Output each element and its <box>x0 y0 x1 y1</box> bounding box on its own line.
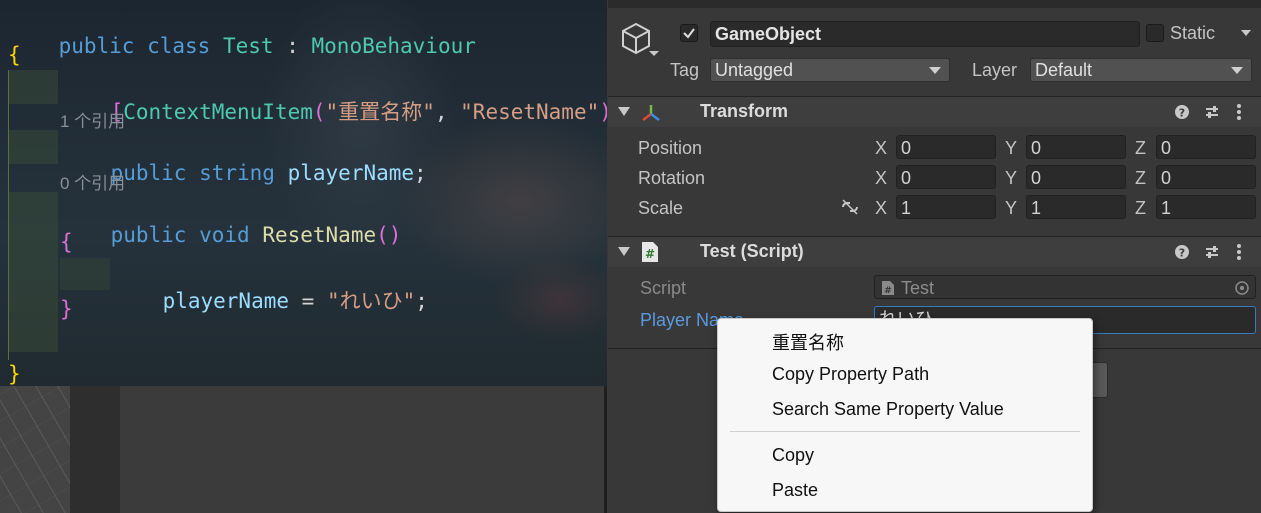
axis-x-label[interactable]: X <box>875 198 887 219</box>
code-editor[interactable]: public class Test : MonoBehaviour { [Con… <box>0 0 607 386</box>
axis-x-label[interactable]: X <box>875 138 887 159</box>
layer-value: Default <box>1035 60 1093 80</box>
foldout-arrow-icon[interactable] <box>618 247 630 257</box>
menu-item-reset-name[interactable]: 重置名称 <box>772 329 844 355</box>
axis-y-label[interactable]: Y <box>1005 198 1017 219</box>
foldout-arrow-icon[interactable] <box>618 107 630 117</box>
object-picker-icon <box>1235 281 1249 295</box>
chevron-down-icon <box>929 67 941 74</box>
scene-grid <box>0 386 70 513</box>
layer-label: Layer <box>972 60 1018 80</box>
rotation-label: Rotation <box>638 168 706 188</box>
menu-item-copy[interactable]: Copy <box>772 445 814 466</box>
script-object-field: # Test <box>874 275 1256 299</box>
axis-z-label[interactable]: Z <box>1135 138 1146 159</box>
static-checkbox[interactable] <box>1146 24 1164 42</box>
more-options-icon[interactable] <box>1236 243 1242 261</box>
presets-icon[interactable] <box>1204 244 1220 260</box>
script-value: Test <box>901 278 935 298</box>
tag-label: Tag <box>670 60 700 80</box>
code-brace-open: { <box>8 43 21 67</box>
scale-z-input[interactable]: 1 <box>1156 195 1256 219</box>
rotation-x-input[interactable]: 0 <box>896 165 996 189</box>
rotation-y-input[interactable]: 0 <box>1026 165 1126 189</box>
axis-y-label[interactable]: Y <box>1005 138 1017 159</box>
transform-title: Transform <box>700 101 789 121</box>
position-label: Position <box>638 138 703 158</box>
static-label: Static <box>1170 23 1216 43</box>
help-icon[interactable]: ? <box>1174 244 1190 260</box>
transform-axes-icon <box>642 105 660 121</box>
script-component-header[interactable]: # Test (Script) ? <box>608 236 1261 267</box>
help-icon[interactable]: ? <box>1174 104 1190 120</box>
position-z-input[interactable]: 0 <box>1156 135 1256 159</box>
menu-separator <box>730 431 1080 432</box>
axis-z-label[interactable]: Z <box>1135 168 1146 189</box>
checkmark-icon <box>683 28 695 39</box>
tag-dropdown[interactable]: Untagged <box>710 58 950 82</box>
code-line-assign: playerName = "れいひ"; <box>162 289 428 313</box>
object-name-input[interactable]: GameObject <box>710 21 1140 47</box>
scene-side-panel <box>70 386 120 513</box>
static-dropdown-arrow-icon[interactable] <box>1240 29 1252 37</box>
pane-divider[interactable] <box>604 386 607 513</box>
menu-item-search-same-property-value[interactable]: Search Same Property Value <box>772 399 1004 420</box>
svg-text:?: ? <box>1179 107 1185 120</box>
code-brace-close: } <box>8 362 21 386</box>
transform-header[interactable]: Transform ? <box>608 96 1261 127</box>
script-file-icon: # <box>642 242 658 262</box>
tag-value: Untagged <box>715 60 794 80</box>
position-x-input[interactable]: 0 <box>896 135 996 159</box>
scale-label: Scale <box>638 198 684 218</box>
menu-item-copy-property-path[interactable]: Copy Property Path <box>772 364 929 385</box>
chevron-down-icon <box>1231 67 1243 74</box>
menu-item-paste[interactable]: Paste <box>772 480 818 501</box>
more-options-icon[interactable] <box>1236 103 1242 121</box>
rotation-z-input[interactable]: 0 <box>1156 165 1256 189</box>
axis-z-label[interactable]: Z <box>1135 198 1146 219</box>
line-highlight <box>8 130 58 164</box>
indent-guide <box>8 70 9 360</box>
code-method-brace-close: } <box>60 297 73 321</box>
reference-hint[interactable]: 1 个引用 <box>60 107 125 132</box>
svg-text:#: # <box>645 247 655 261</box>
presets-icon[interactable] <box>1204 104 1220 120</box>
axis-x-label[interactable]: X <box>875 168 887 189</box>
script-component-title: Test (Script) <box>700 241 804 261</box>
layer-dropdown[interactable]: Default <box>1030 58 1252 82</box>
active-checkbox[interactable] <box>680 24 698 42</box>
icon-dropdown-arrow-icon[interactable] <box>648 50 660 58</box>
scene-view[interactable] <box>0 386 607 513</box>
inspector-tabbar <box>608 0 1261 8</box>
svg-text:?: ? <box>1179 247 1185 260</box>
scale-y-input[interactable]: 1 <box>1026 195 1126 219</box>
scale-x-input[interactable]: 1 <box>896 195 996 219</box>
code-method-brace-open: { <box>60 230 73 254</box>
reference-hint[interactable]: 0 个引用 <box>60 169 125 194</box>
script-label: Script <box>640 278 687 298</box>
context-menu: 重置名称 Copy Property Path Search Same Prop… <box>717 318 1093 512</box>
position-y-input[interactable]: 0 <box>1026 135 1126 159</box>
axis-y-label[interactable]: Y <box>1005 168 1017 189</box>
constrain-proportions-icon[interactable] <box>840 198 860 216</box>
svg-text:#: # <box>884 286 892 296</box>
line-highlight <box>8 192 58 352</box>
script-file-icon: # <box>882 281 894 296</box>
